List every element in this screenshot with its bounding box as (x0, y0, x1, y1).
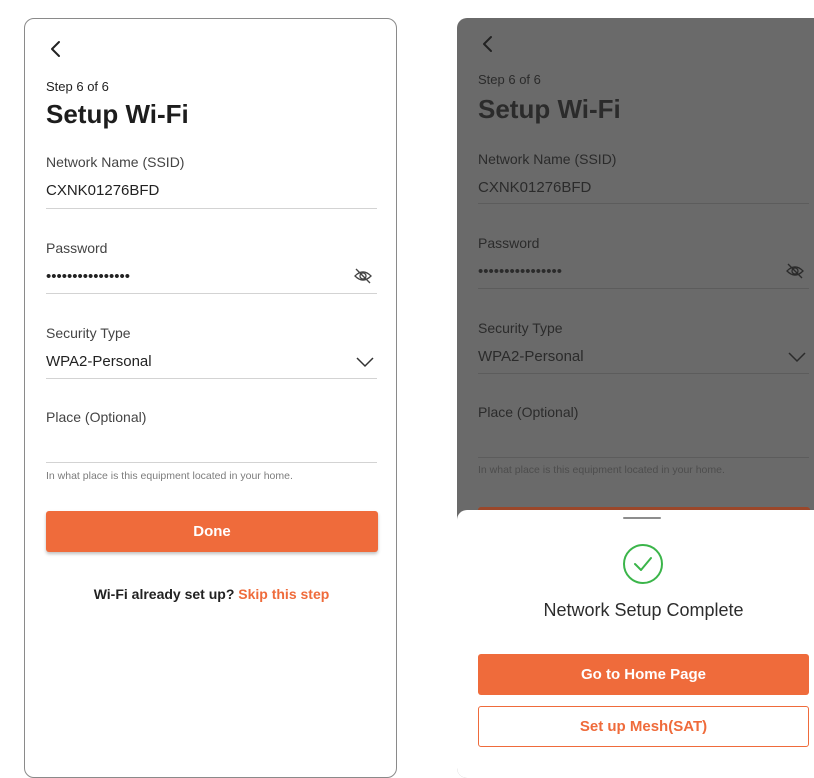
ssid-field: Network Name (SSID) CXNK01276BFD (478, 151, 809, 204)
sheet-drag-handle[interactable] (623, 517, 661, 519)
skip-link[interactable]: Skip this step (238, 586, 329, 602)
security-type-underline (46, 378, 377, 379)
back-arrow-icon[interactable] (46, 39, 66, 59)
skip-row: Wi-Fi already set up? Skip this step (25, 586, 396, 602)
security-type-label: Security Type (46, 325, 131, 341)
place-underline (46, 462, 377, 463)
security-type-field: Security Type WPA2-Personal (478, 320, 809, 374)
ssid-underline (46, 208, 377, 209)
place-value (478, 432, 809, 454)
chevron-down-icon (788, 352, 806, 363)
setup-wifi-screen: Step 6 of 6 Setup Wi-Fi Network Name (SS… (24, 18, 397, 778)
eye-off-icon (786, 263, 804, 279)
password-field: Password •••••••••••••••• (478, 235, 809, 289)
security-type-field[interactable]: Security Type WPA2-Personal (46, 325, 377, 379)
security-type-label: Security Type (478, 320, 563, 336)
page-title: Setup Wi-Fi (478, 94, 621, 124)
password-label: Password (46, 240, 108, 256)
password-value: •••••••••••••••• (478, 263, 563, 280)
security-type-value[interactable]: WPA2-Personal (46, 353, 377, 375)
place-hint: In what place is this equipment located … (478, 464, 725, 476)
page-title: Setup Wi-Fi (46, 99, 189, 129)
place-value[interactable] (46, 437, 377, 459)
place-label: Place (Optional) (46, 409, 147, 425)
done-button[interactable]: Done (46, 511, 378, 552)
setup-complete-message: Network Setup Complete (543, 600, 744, 620)
setup-complete-sheet: Network Setup Complete Go to Home Page S… (457, 510, 814, 778)
place-underline (478, 457, 809, 458)
security-type-underline (478, 373, 809, 374)
password-value[interactable]: •••••••••••••••• (46, 268, 377, 290)
eye-off-icon[interactable] (353, 266, 373, 286)
step-indicator: Step 6 of 6 (478, 72, 541, 87)
place-field[interactable]: Place (Optional) (46, 409, 377, 463)
place-field: Place (Optional) (478, 404, 809, 458)
password-underline (46, 293, 377, 294)
skip-prompt: Wi-Fi already set up? (93, 586, 235, 602)
ssid-label: Network Name (SSID) (46, 154, 185, 170)
back-arrow-icon[interactable] (478, 34, 498, 54)
set-up-mesh-button[interactable]: Set up Mesh(SAT) (478, 706, 809, 747)
step-indicator: Step 6 of 6 (46, 79, 109, 94)
check-circle-icon (623, 544, 663, 584)
password-field[interactable]: Password •••••••••••••••• (46, 240, 377, 294)
ssid-field[interactable]: Network Name (SSID) CXNK01276BFD (46, 154, 377, 209)
go-to-home-button[interactable]: Go to Home Page (478, 654, 809, 695)
ssid-value: CXNK01276BFD (478, 179, 592, 196)
place-hint: In what place is this equipment located … (46, 470, 293, 482)
security-type-value: WPA2-Personal (478, 348, 584, 365)
setup-complete-screen: Step 6 of 6 Setup Wi-Fi Network Name (SS… (457, 18, 814, 778)
ssid-value[interactable]: CXNK01276BFD (46, 182, 377, 204)
place-label: Place (Optional) (478, 404, 579, 420)
chevron-down-icon[interactable] (355, 355, 375, 369)
ssid-label: Network Name (SSID) (478, 151, 617, 167)
ssid-underline (478, 203, 809, 204)
password-label: Password (478, 235, 540, 251)
password-underline (478, 288, 809, 289)
